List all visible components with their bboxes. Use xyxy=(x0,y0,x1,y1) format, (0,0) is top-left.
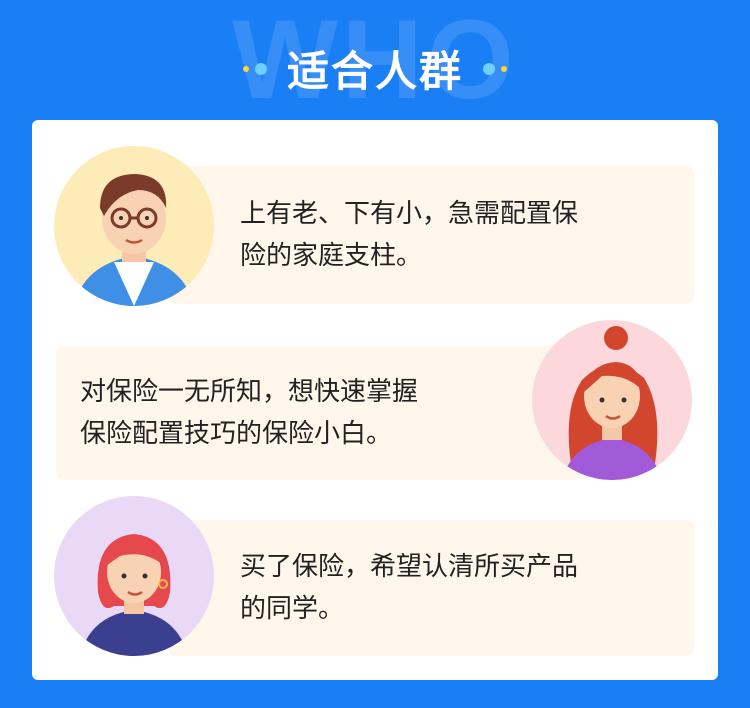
list-item: 上有老、下有小，急需配置保 险的家庭支柱。 xyxy=(168,166,694,304)
woman-avatar-bob xyxy=(54,496,214,656)
item-text-line: 买了保险，希望认清所买产品 xyxy=(240,552,579,582)
left-dots-decoration xyxy=(242,62,267,75)
section-header: 适合人群 xyxy=(0,38,750,99)
item-text-line: 的同学。 xyxy=(240,594,345,624)
page-title: 适合人群 xyxy=(286,47,463,96)
right-dots-decoration xyxy=(483,62,507,75)
list-item: 对保险一无所知，想快速掌握 保险配置技巧的保险小白。 xyxy=(56,346,582,480)
item-text-line: 保险配置技巧的保险小白。 xyxy=(80,419,393,449)
man-avatar xyxy=(54,146,214,306)
item-text-line: 对保险一无所知，想快速掌握 xyxy=(80,377,419,407)
woman-avatar-ponytail xyxy=(532,320,692,480)
content-card: 上有老、下有小，急需配置保 险的家庭支柱。 对保险一无所知，想快速掌握 保险配置… xyxy=(32,120,718,680)
list-item: 买了保险，希望认清所买产品 的同学。 xyxy=(168,520,694,656)
item-text-line: 险的家庭支柱。 xyxy=(240,241,423,271)
item-text-line: 上有老、下有小，急需配置保 xyxy=(240,199,579,229)
